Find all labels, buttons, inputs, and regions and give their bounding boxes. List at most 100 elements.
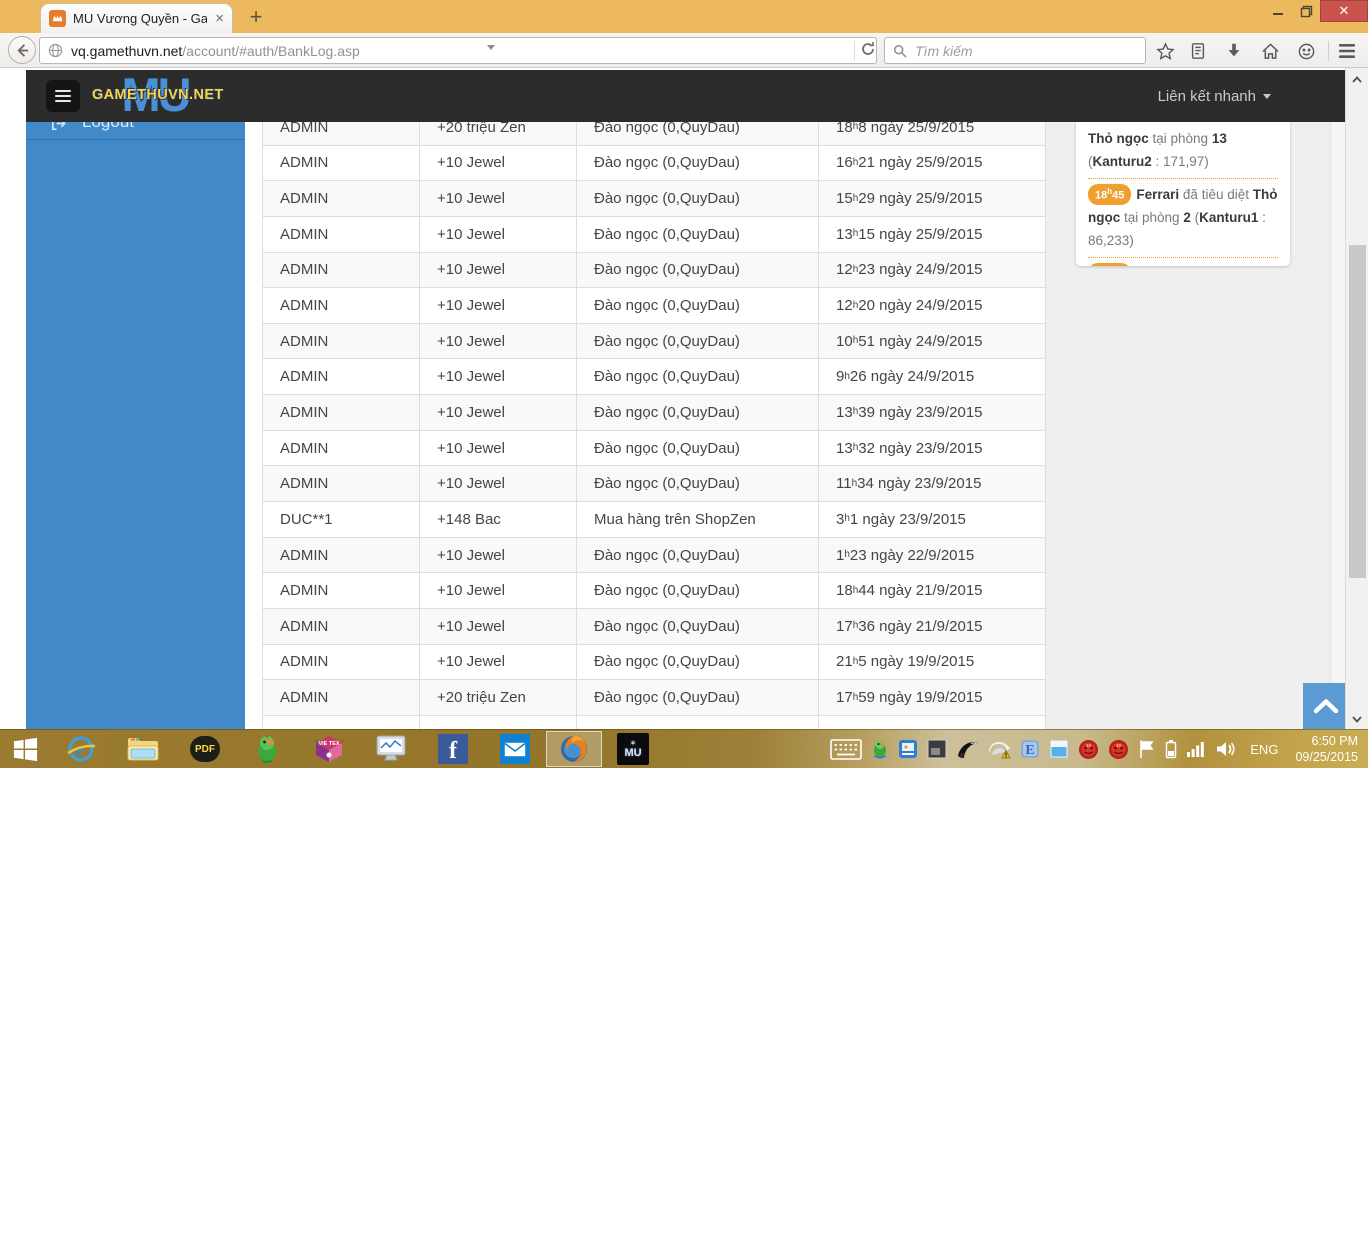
cell-user: ADMIN bbox=[263, 359, 420, 395]
network-signal-icon[interactable] bbox=[1186, 740, 1206, 758]
clock[interactable]: 6:50 PM 09/25/2015 bbox=[1295, 733, 1358, 765]
cell-description: Đào ngọc (0,QuyDau) bbox=[577, 430, 819, 466]
cell-amount: +10 Jewel bbox=[420, 216, 577, 252]
svg-text:10: 10 bbox=[1086, 743, 1092, 748]
cell-user: ADMIN bbox=[263, 395, 420, 430]
cell-timestamp: 1 h 23 ngày 22/9/2015 bbox=[836, 546, 975, 564]
pdf-label: PDF bbox=[190, 736, 220, 762]
vietex-button[interactable]: VIE TEX bbox=[298, 730, 360, 768]
parrot-app-button[interactable] bbox=[236, 730, 298, 768]
close-button[interactable]: ✕ bbox=[1320, 0, 1368, 22]
reload-icon[interactable] bbox=[860, 41, 876, 62]
tab-close-icon[interactable]: × bbox=[215, 10, 224, 27]
new-tab-button[interactable]: + bbox=[243, 5, 269, 31]
cell-user: ADMIN bbox=[263, 644, 420, 680]
cell-amount: +10 Jewel bbox=[420, 466, 577, 502]
tab-title: MU Vương Quyền - Game... bbox=[73, 11, 208, 26]
internet-explorer-button[interactable]: e bbox=[50, 730, 112, 768]
restore-button[interactable] bbox=[1292, 0, 1320, 22]
table-row: ADMIN +10 Jewel Đào ngọc (0,QuyDau) 9 h 26 ng… bbox=[263, 359, 1045, 396]
back-button[interactable] bbox=[8, 36, 36, 64]
volume-icon[interactable] bbox=[1215, 740, 1237, 758]
cell-timestamp: 12 h 23 ngày 24/9/2015 bbox=[836, 261, 983, 279]
scrollbar-down-icon[interactable] bbox=[1346, 711, 1368, 727]
sidebar-toggle-button[interactable] bbox=[46, 80, 80, 112]
cell-user: ADMIN bbox=[263, 216, 420, 252]
cell-timestamp: 10 h 51 ngày 24/9/2015 bbox=[836, 332, 983, 350]
site-navbar: MU GAMETHUVN.NET Liên kết nhanh bbox=[26, 68, 1345, 122]
cell-user: ADMIN bbox=[263, 323, 420, 359]
language-indicator[interactable]: ENG bbox=[1250, 742, 1278, 757]
facebook-f-label: f bbox=[449, 738, 457, 764]
url-dropdown-icon[interactable] bbox=[487, 45, 495, 50]
table-row: ADMIN +10 Jewel Đào ngọc (0,QuyDau) 18 h 44 n… bbox=[263, 573, 1045, 609]
scrollbar-up-icon[interactable] bbox=[1346, 71, 1368, 87]
cell-timestamp: 3h1 ngày 23/9/2015 bbox=[836, 510, 966, 528]
taskbar: e PDF VIE TEX f ✶ MU E 10 10 ENG 6:50 PM… bbox=[0, 729, 1368, 768]
cell-user: ADMIN bbox=[263, 680, 420, 715]
cell-amount: +20 triệu Zen bbox=[420, 680, 577, 715]
dotted-divider bbox=[1088, 178, 1278, 179]
cell-timestamp: 16 h 21 ngày 25/9/2015 bbox=[836, 154, 983, 172]
quick-links-dropdown[interactable]: Liên kết nhanh bbox=[1158, 88, 1271, 105]
mail-button[interactable] bbox=[484, 730, 546, 768]
bookmarks-menu-icon[interactable] bbox=[1187, 40, 1209, 62]
window-controls: ✕ bbox=[1264, 0, 1368, 22]
wifi-warning-icon[interactable] bbox=[987, 739, 1012, 759]
dotted-divider bbox=[1088, 257, 1278, 258]
downloads-icon[interactable] bbox=[1223, 40, 1245, 62]
system-monitor-button[interactable] bbox=[360, 730, 422, 768]
start-button[interactable] bbox=[0, 730, 50, 768]
search-placeholder: Tìm kiếm bbox=[915, 42, 973, 59]
site-logo[interactable]: MU GAMETHUVN.NET bbox=[92, 68, 223, 121]
browser-menu-icon[interactable] bbox=[1336, 40, 1358, 62]
search-input[interactable]: Tìm kiếm bbox=[884, 37, 1146, 64]
quick-links-label: Liên kết nhanh bbox=[1157, 87, 1256, 105]
vertical-scrollbar[interactable] bbox=[1345, 68, 1368, 729]
display-settings-icon[interactable] bbox=[1049, 739, 1069, 759]
chevron-down-icon bbox=[1263, 93, 1271, 99]
cell-user: ADMIN bbox=[263, 145, 420, 181]
table-row: ADMIN +10 Jewel Đào ngọc (0,QuyDau) 12 h 23 n… bbox=[263, 252, 1045, 289]
envelope-icon bbox=[504, 742, 526, 756]
touch-keyboard-icon[interactable] bbox=[830, 738, 863, 760]
cell-timestamp: 13 h 15 ngày 25/9/2015 bbox=[836, 225, 983, 243]
ie-e-icon[interactable]: E bbox=[1020, 739, 1040, 759]
chevron-up-icon bbox=[1313, 699, 1339, 714]
mu-game-button[interactable]: ✶ MU bbox=[602, 730, 664, 768]
bookmark-star-icon[interactable] bbox=[1154, 40, 1176, 62]
sumatra-pdf-button[interactable]: PDF bbox=[174, 730, 236, 768]
red-game-badge-1-icon[interactable]: 10 bbox=[1078, 739, 1099, 760]
firefox-button[interactable] bbox=[546, 731, 602, 767]
scroll-to-top-button[interactable] bbox=[1303, 683, 1349, 729]
table-row: ADMIN +10 Jewel Đào ngọc (0,QuyDau) 11 h 34 n… bbox=[263, 466, 1045, 503]
facebook-button[interactable]: f bbox=[422, 730, 484, 768]
url-bar[interactable]: vq.gamethuvn.net/account/#auth/BankLog.a… bbox=[39, 37, 877, 64]
cell-user: ADMIN bbox=[263, 288, 420, 323]
chat-smiley-icon[interactable] bbox=[1295, 40, 1317, 62]
file-explorer-button[interactable] bbox=[112, 730, 174, 768]
browser-tab[interactable]: MU Vương Quyền - Game... × bbox=[40, 3, 233, 33]
cell-description: Đào ngọc (0,QuyDau) bbox=[577, 644, 819, 680]
home-icon[interactable] bbox=[1259, 40, 1281, 62]
kill-feed-entry: 18h40QuitBull đã tiêu diệt bbox=[1088, 262, 1278, 266]
url-path: /account/#auth/BankLog.asp bbox=[182, 42, 360, 59]
mu-star-icon: ✶ bbox=[629, 738, 637, 748]
cell-timestamp: 17 h 59 ngày 19/9/2015 bbox=[836, 689, 983, 707]
red-game-badge-2-icon[interactable]: 10 bbox=[1108, 739, 1129, 760]
svg-text:E: E bbox=[1026, 743, 1035, 758]
window-preview-icon[interactable] bbox=[927, 739, 947, 759]
table-row: ADMIN +20 triệu Zen Đào ngọc (0,QuyDau) 17 h… bbox=[263, 680, 1045, 716]
minimize-button[interactable] bbox=[1264, 0, 1292, 22]
cell-description: Đào ngọc (0,QuyDau) bbox=[577, 359, 819, 395]
unikey-parrot-icon[interactable] bbox=[871, 739, 889, 759]
svg-text:10: 10 bbox=[1116, 743, 1122, 748]
swoosh-app-icon[interactable] bbox=[956, 739, 978, 759]
cell-timestamp: 17 h 36 ngày 21/9/2015 bbox=[836, 617, 983, 635]
cell-user: ADMIN bbox=[263, 573, 420, 608]
battery-icon[interactable] bbox=[1165, 739, 1177, 759]
ime-icon[interactable] bbox=[898, 739, 918, 759]
action-center-flag-icon[interactable] bbox=[1138, 739, 1156, 759]
cell-amount: +10 Jewel bbox=[420, 145, 577, 181]
scrollbar-thumb[interactable] bbox=[1349, 245, 1366, 578]
